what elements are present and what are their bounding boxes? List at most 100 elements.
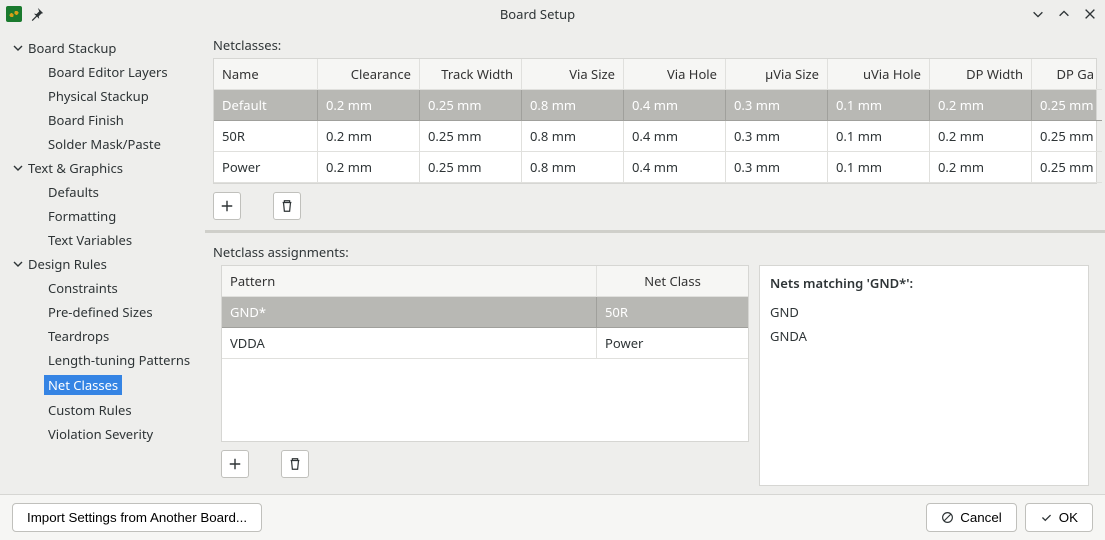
pane-separator[interactable] <box>205 230 1105 233</box>
add-assignment-button[interactable] <box>221 450 249 478</box>
maximize-button[interactable] <box>1055 5 1073 23</box>
tree-section-label: Design Rules <box>28 255 107 273</box>
cell[interactable]: 0.2 mm <box>318 152 420 183</box>
cell[interactable]: 50R <box>214 121 318 152</box>
add-netclass-button[interactable] <box>213 192 241 220</box>
column-header[interactable]: µVia Size <box>726 59 828 90</box>
cell[interactable]: 0.25 mm <box>1032 90 1102 121</box>
cancel-label: Cancel <box>960 510 1002 525</box>
tree-item[interactable]: Pre-defined Sizes <box>0 300 205 324</box>
cell[interactable]: 0.3 mm <box>726 152 828 183</box>
cell[interactable]: 0.8 mm <box>522 90 624 121</box>
column-header[interactable]: Via Size <box>522 59 624 90</box>
cell[interactable]: GND* <box>222 297 597 328</box>
delete-assignment-button[interactable] <box>281 450 309 478</box>
tree-item[interactable]: Formatting <box>0 204 205 228</box>
tree-item[interactable]: Constraints <box>0 276 205 300</box>
column-header[interactable]: uVia Hole <box>828 59 930 90</box>
column-header[interactable]: Name <box>214 59 318 90</box>
cell[interactable]: Power <box>214 152 318 183</box>
column-header[interactable]: DP Width <box>930 59 1032 90</box>
cell[interactable]: 0.2 mm <box>930 121 1032 152</box>
ok-button[interactable]: OK <box>1025 503 1093 532</box>
window-title: Board Setup <box>46 5 1029 23</box>
tree-item[interactable]: Violation Severity <box>0 422 205 446</box>
pin-icon[interactable] <box>28 5 46 23</box>
chevron-down-icon <box>12 42 24 54</box>
chevron-down-icon <box>12 258 24 270</box>
cell[interactable]: 0.2 mm <box>930 152 1032 183</box>
tree-item-selected[interactable]: Net Classes <box>44 375 122 395</box>
tree-section-label: Board Stackup <box>28 39 116 57</box>
cell[interactable]: 0.3 mm <box>726 90 828 121</box>
cell[interactable]: 0.1 mm <box>828 121 930 152</box>
column-header[interactable]: DP Ga <box>1032 59 1102 90</box>
cell[interactable]: 0.1 mm <box>828 90 930 121</box>
cell[interactable]: Default <box>214 90 318 121</box>
sidebar: Board Stackup Board Editor LayersPhysical… <box>0 28 205 494</box>
tree-item[interactable]: Text Variables <box>0 228 205 252</box>
cell[interactable]: 0.25 mm <box>1032 152 1102 183</box>
matching-nets-title: Nets matching 'GND*': <box>770 274 1078 292</box>
import-settings-button[interactable]: Import Settings from Another Board... <box>12 503 262 532</box>
column-header[interactable]: Via Hole <box>624 59 726 90</box>
column-header[interactable]: Net Class <box>597 266 748 297</box>
cell[interactable]: 0.25 mm <box>1032 121 1102 152</box>
cell[interactable]: 0.2 mm <box>318 90 420 121</box>
minimize-button[interactable] <box>1029 5 1047 23</box>
cell[interactable]: 0.2 mm <box>930 90 1032 121</box>
netclasses-title: Netclasses: <box>213 36 1097 54</box>
cell[interactable]: 0.3 mm <box>726 121 828 152</box>
column-header[interactable]: Clearance <box>318 59 420 90</box>
ok-label: OK <box>1059 510 1078 525</box>
cell[interactable]: VDDA <box>222 328 597 359</box>
table-row[interactable]: VDDAPower <box>222 328 748 359</box>
cell[interactable]: 0.4 mm <box>624 90 726 121</box>
tree-item[interactable]: Teardrops <box>0 324 205 348</box>
table-row[interactable]: Default0.2 mm0.25 mm0.8 mm0.4 mm0.3 mm0.… <box>214 90 1096 121</box>
tree-item[interactable]: Defaults <box>0 180 205 204</box>
cancel-button[interactable]: Cancel <box>926 503 1017 532</box>
tree-item[interactable]: Physical Stackup <box>0 84 205 108</box>
import-settings-label: Import Settings from Another Board... <box>27 510 247 525</box>
netclasses-table[interactable]: NameClearanceTrack WidthVia SizeVia Hole… <box>213 58 1097 184</box>
cell[interactable]: 0.25 mm <box>420 121 522 152</box>
cell[interactable]: 0.4 mm <box>624 152 726 183</box>
column-header[interactable]: Track Width <box>420 59 522 90</box>
tree-section-header[interactable]: Design Rules <box>0 252 205 276</box>
tree-item[interactable]: Custom Rules <box>0 398 205 422</box>
check-icon <box>1040 511 1053 524</box>
cell[interactable]: 0.8 mm <box>522 152 624 183</box>
column-header[interactable]: Pattern <box>222 266 597 297</box>
cell[interactable]: 0.25 mm <box>420 152 522 183</box>
table-row[interactable]: GND*50R <box>222 297 748 328</box>
matching-nets-panel: Nets matching 'GND*': GNDGNDA <box>759 265 1089 486</box>
assignments-table[interactable]: PatternNet ClassGND*50RVDDAPower <box>221 265 749 442</box>
tree-item[interactable]: Board Editor Layers <box>0 60 205 84</box>
tree-item[interactable]: Solder Mask/Paste <box>0 132 205 156</box>
table-row[interactable]: 50R0.2 mm0.25 mm0.8 mm0.4 mm0.3 mm0.1 mm… <box>214 121 1096 152</box>
table-row[interactable]: Power0.2 mm0.25 mm0.8 mm0.4 mm0.3 mm0.1 … <box>214 152 1096 183</box>
cell[interactable]: 0.1 mm <box>828 152 930 183</box>
tree-section-header[interactable]: Board Stackup <box>0 36 205 60</box>
titlebar: Board Setup <box>0 0 1105 28</box>
footer: Import Settings from Another Board... Ca… <box>0 494 1105 540</box>
app-icon <box>6 6 22 22</box>
tree-item[interactable]: Board Finish <box>0 108 205 132</box>
close-button[interactable] <box>1081 5 1099 23</box>
cell[interactable]: 0.25 mm <box>420 90 522 121</box>
matching-net: GND <box>770 300 1078 324</box>
cell[interactable]: Power <box>597 328 748 359</box>
matching-net: GNDA <box>770 324 1078 348</box>
cancel-icon <box>941 511 954 524</box>
cell[interactable]: 50R <box>597 297 748 328</box>
tree-section-label: Text & Graphics <box>28 159 123 177</box>
delete-netclass-button[interactable] <box>273 192 301 220</box>
tree-item[interactable]: Length-tuning Patterns <box>0 348 205 372</box>
cell[interactable]: 0.8 mm <box>522 121 624 152</box>
chevron-down-icon <box>12 162 24 174</box>
tree-section-header[interactable]: Text & Graphics <box>0 156 205 180</box>
cell[interactable]: 0.4 mm <box>624 121 726 152</box>
assignments-title: Netclass assignments: <box>213 243 1097 261</box>
cell[interactable]: 0.2 mm <box>318 121 420 152</box>
